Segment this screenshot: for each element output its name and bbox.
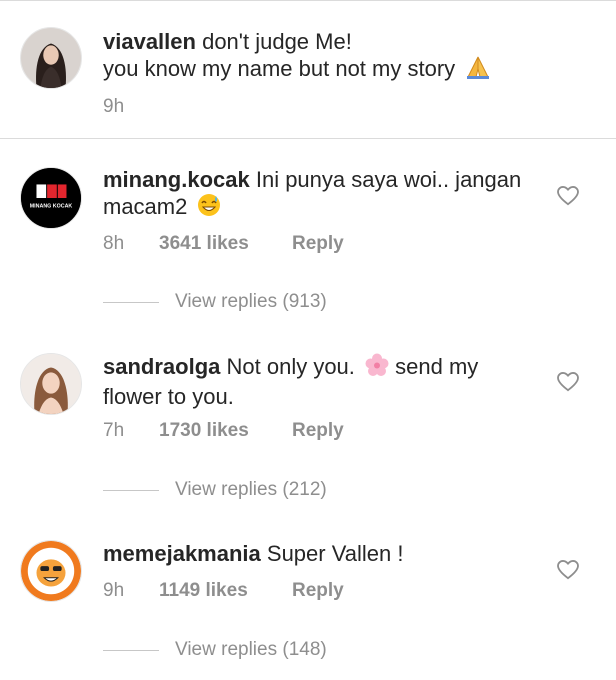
caption-text: viavallen don't judge Me! you know my na… — [103, 28, 543, 85]
likes-count[interactable]: 3641 likes — [159, 233, 292, 255]
likes-count[interactable]: 1730 likes — [159, 420, 292, 442]
grinning-sweat-icon — [197, 193, 221, 223]
comment-text: minang.kocak Ini punya saya woi.. jangan… — [103, 166, 543, 223]
comment-time: 9h — [103, 580, 125, 601]
reply-button[interactable]: Reply — [292, 420, 344, 442]
caption-time: 9h — [103, 96, 125, 117]
cherry-blossom-icon — [365, 353, 389, 383]
comment-username[interactable]: memejakmania — [103, 541, 261, 566]
avatar-viavallen[interactable] — [20, 27, 82, 89]
avatar-image — [21, 28, 81, 88]
comment-text: memejakmania Super Vallen ! — [103, 540, 543, 567]
avatar-logo-text: MINANG KOCAK — [30, 204, 73, 210]
replies-line — [103, 490, 159, 491]
avatar-minang-kocak[interactable]: MINANG KOCAK — [20, 167, 82, 229]
avatar-image: MINANG KOCAK — [21, 168, 81, 228]
caption-divider — [0, 138, 616, 139]
replies-line — [103, 650, 159, 651]
reply-button[interactable]: Reply — [292, 233, 344, 255]
comment-username[interactable]: sandraolga — [103, 354, 220, 379]
replies-line — [103, 302, 159, 303]
like-heart-icon[interactable] — [557, 372, 579, 392]
comment-meta: 9h 1149 likes Reply — [103, 580, 344, 602]
comment-time: 8h — [103, 233, 125, 254]
comment-meta: 8h 3641 likes Reply — [103, 233, 344, 255]
reply-button[interactable]: Reply — [292, 580, 344, 602]
view-replies-button[interactable]: View replies (913) — [175, 291, 327, 313]
caption-meta: 9h — [103, 96, 159, 118]
like-heart-icon[interactable] — [557, 186, 579, 206]
avatar-image — [21, 354, 81, 414]
comment-username[interactable]: minang.kocak — [103, 167, 250, 192]
view-replies-button[interactable]: View replies (148) — [175, 639, 327, 661]
caption-text-line1: don't judge Me! — [202, 29, 352, 54]
avatar-image — [21, 541, 81, 601]
folded-hands-icon — [465, 55, 491, 85]
comment-text: sandraolga Not only you. send my flower … — [103, 353, 543, 410]
likes-count[interactable]: 1149 likes — [159, 580, 292, 602]
comment-body: Super Vallen ! — [266, 541, 404, 566]
top-divider — [0, 0, 616, 1]
avatar-sandraolga[interactable] — [20, 353, 82, 415]
like-heart-icon[interactable] — [557, 560, 579, 580]
comment-body: Not only you. — [226, 354, 355, 379]
caption-username[interactable]: viavallen — [103, 29, 196, 54]
comment-time: 7h — [103, 420, 125, 441]
caption-text-line2: you know my name but not my story — [103, 56, 456, 81]
view-replies-button[interactable]: View replies (212) — [175, 479, 327, 501]
comment-meta: 7h 1730 likes Reply — [103, 420, 344, 442]
avatar-memejakmania[interactable] — [20, 540, 82, 602]
